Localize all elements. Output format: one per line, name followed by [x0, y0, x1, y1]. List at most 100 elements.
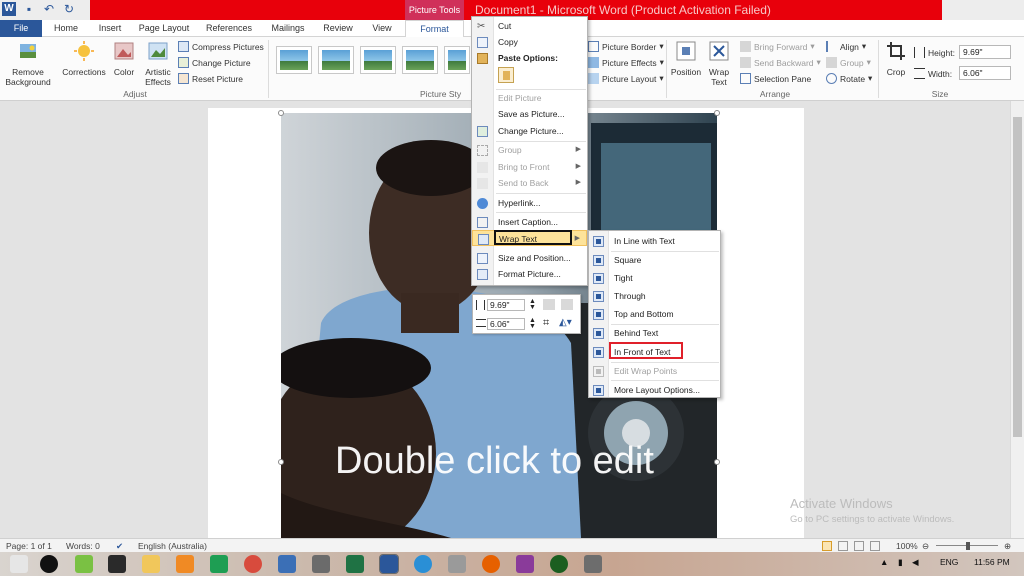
- app-icon[interactable]: [448, 555, 466, 573]
- compress-pictures-button[interactable]: Compress Pictures: [178, 41, 264, 52]
- menu-item-insert-caption[interactable]: Insert Caption...: [472, 214, 587, 230]
- outline-view-icon[interactable]: [870, 541, 880, 551]
- mini-width-field[interactable]: 6.06": [487, 318, 525, 330]
- send-backward-icon[interactable]: [561, 299, 573, 310]
- selection-pane-button[interactable]: Selection Pane: [740, 73, 811, 84]
- status-language[interactable]: English (Australia): [138, 541, 207, 551]
- picture-style-5[interactable]: [444, 46, 470, 74]
- vlc-icon[interactable]: [176, 555, 194, 573]
- terminal-icon[interactable]: [108, 555, 126, 573]
- resize-handle[interactable]: [714, 110, 720, 116]
- status-page[interactable]: Page: 1 of 1: [6, 541, 52, 551]
- resize-handle[interactable]: [278, 459, 284, 465]
- picture-style-1[interactable]: [276, 46, 312, 74]
- input-language[interactable]: ENG: [940, 557, 958, 567]
- wrap-more-layout-options[interactable]: More Layout Options...: [589, 381, 720, 399]
- menu-item-hyperlink[interactable]: Hyperlink...: [472, 195, 587, 211]
- mini-height-field[interactable]: 9.69": [487, 299, 525, 311]
- browser-icon[interactable]: [244, 555, 262, 573]
- position-button[interactable]: Position: [668, 40, 704, 77]
- tab-page-layout[interactable]: Page Layout: [134, 20, 194, 37]
- menu-item-send-to-back[interactable]: Send to Back ▶: [472, 175, 587, 191]
- word-taskbar-icon[interactable]: [379, 554, 399, 574]
- wrap-top-and-bottom[interactable]: Top and Bottom: [589, 305, 720, 323]
- tab-references[interactable]: References: [198, 20, 260, 37]
- wrap-edit-wrap-points[interactable]: Edit Wrap Points: [589, 362, 720, 380]
- firefox-icon[interactable]: [482, 555, 500, 573]
- excel-icon[interactable]: [346, 555, 364, 573]
- menu-item-save-as-picture[interactable]: Save as Picture...: [472, 106, 587, 122]
- tab-mailings[interactable]: Mailings: [264, 20, 312, 37]
- app-icon[interactable]: [75, 555, 93, 573]
- picture-border-button[interactable]: Picture Border ▾: [588, 41, 664, 52]
- full-screen-view-icon[interactable]: [838, 541, 848, 551]
- web-layout-view-icon[interactable]: [854, 541, 864, 551]
- wrap-through[interactable]: Through: [589, 287, 720, 305]
- rotate-button[interactable]: Rotate ▾: [826, 73, 872, 84]
- desktop-icon[interactable]: [10, 555, 28, 573]
- wrap-behind-text[interactable]: Behind Text: [589, 324, 720, 342]
- zoom-level[interactable]: 100%: [896, 541, 918, 551]
- app-icon[interactable]: [584, 555, 602, 573]
- network-icon[interactable]: ▮: [898, 557, 903, 568]
- picture-style-4[interactable]: [402, 46, 438, 74]
- menu-item-size-and-position[interactable]: Size and Position...: [472, 250, 587, 266]
- picture-layout-button[interactable]: Picture Layout ▾: [588, 73, 664, 84]
- group-button[interactable]: Group ▾: [826, 57, 871, 68]
- wrap-text-ribbon-button[interactable]: Wrap Text: [704, 40, 734, 87]
- menu-item-format-picture[interactable]: Format Picture...: [472, 266, 587, 282]
- tab-format[interactable]: Format: [405, 20, 464, 38]
- menu-item-copy[interactable]: Copy: [472, 34, 587, 50]
- tab-home[interactable]: Home: [46, 20, 86, 37]
- picture-style-3[interactable]: [360, 46, 396, 74]
- bring-forward-icon[interactable]: [543, 299, 555, 310]
- menu-item-edit-picture[interactable]: Edit Picture: [472, 90, 587, 106]
- menu-item-group[interactable]: Group ▶: [472, 142, 587, 158]
- paste-keep-format-button[interactable]: [498, 67, 514, 83]
- menu-item-cut[interactable]: ✂ Cut: [472, 18, 587, 34]
- zoom-slider-thumb[interactable]: [966, 542, 970, 550]
- scrollbar-thumb[interactable]: [1013, 117, 1022, 437]
- tab-file[interactable]: File: [0, 20, 42, 37]
- remove-background-button[interactable]: Remove Background: [2, 40, 54, 87]
- wrap-in-line-with-text[interactable]: In Line with Text: [589, 232, 720, 250]
- rotate-icon[interactable]: ◭▾: [559, 317, 572, 328]
- word-logo-icon[interactable]: W: [2, 2, 16, 16]
- app-icon[interactable]: [278, 555, 296, 573]
- status-words[interactable]: Words: 0: [66, 541, 100, 551]
- wrap-square[interactable]: Square: [589, 251, 720, 269]
- vertical-scrollbar[interactable]: [1010, 101, 1024, 538]
- app-icon[interactable]: [414, 555, 432, 573]
- undo-icon[interactable]: ↶: [42, 2, 56, 16]
- menu-item-change-picture[interactable]: Change Picture...: [472, 123, 587, 139]
- resize-handle[interactable]: [714, 459, 720, 465]
- color-button[interactable]: Color: [110, 40, 138, 77]
- tab-insert[interactable]: Insert: [90, 20, 130, 37]
- print-layout-view-icon[interactable]: [822, 541, 832, 551]
- zoom-out-icon[interactable]: ⊖: [922, 541, 929, 552]
- height-field[interactable]: 9.69": [959, 45, 1011, 59]
- crop-icon[interactable]: ⌗: [543, 317, 549, 330]
- reset-picture-button[interactable]: Reset Picture: [178, 73, 243, 84]
- wrap-tight[interactable]: Tight: [589, 269, 720, 287]
- send-backward-button[interactable]: Send Backward ▾: [740, 57, 821, 68]
- app-icon[interactable]: [550, 555, 568, 573]
- proofing-icon[interactable]: ✔: [116, 541, 123, 552]
- tray-arrow-icon[interactable]: ▲: [880, 557, 888, 567]
- app-icon[interactable]: [210, 555, 228, 573]
- redo-icon[interactable]: ↻: [62, 2, 76, 16]
- crop-button[interactable]: Crop: [882, 40, 910, 77]
- artistic-effects-button[interactable]: Artistic Effects: [140, 40, 176, 87]
- app-icon[interactable]: [516, 555, 534, 573]
- picture-style-2[interactable]: [318, 46, 354, 74]
- app-icon[interactable]: [312, 555, 330, 573]
- clock[interactable]: 11:56 PM: [974, 557, 1010, 567]
- media-player-icon[interactable]: [40, 555, 58, 573]
- tab-review[interactable]: Review: [316, 20, 360, 37]
- tab-view[interactable]: View: [364, 20, 400, 37]
- corrections-button[interactable]: Corrections: [60, 40, 108, 77]
- volume-icon[interactable]: ◀: [912, 557, 919, 568]
- zoom-in-icon[interactable]: ⊕: [1004, 541, 1011, 552]
- file-explorer-icon[interactable]: [142, 555, 160, 573]
- resize-handle[interactable]: [278, 110, 284, 116]
